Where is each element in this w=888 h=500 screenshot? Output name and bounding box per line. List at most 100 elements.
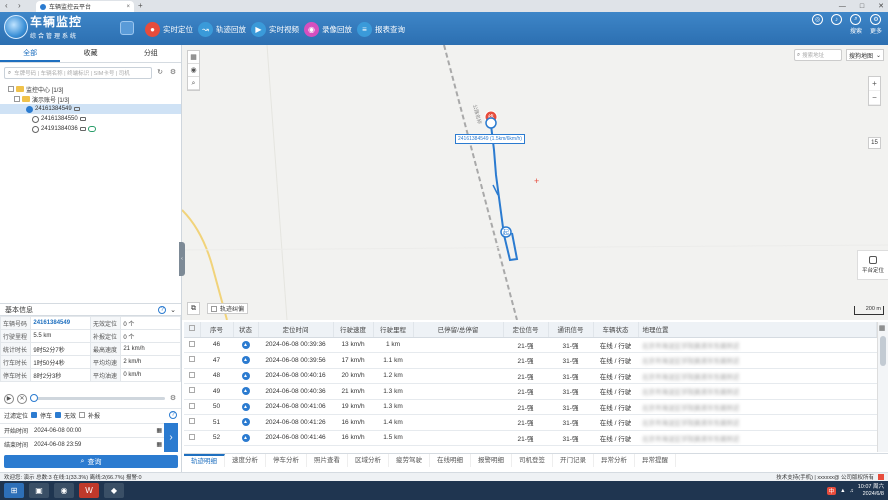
- eye-icon[interactable]: ◉: [188, 64, 199, 77]
- tab-area-analysis[interactable]: 区域分析: [348, 454, 389, 467]
- vehicle-search-input[interactable]: ⌕ 车牌号码 | 车辆名称 | 终端标识 | SIM卡号 | 司机: [4, 67, 152, 79]
- collapse-panel-handle[interactable]: ‹: [179, 242, 185, 276]
- network-icon[interactable]: ▲: [840, 488, 845, 494]
- layers-icon[interactable]: ⧉: [187, 302, 200, 315]
- minimize-button[interactable]: —: [839, 3, 846, 10]
- row-checkbox[interactable]: [189, 433, 195, 440]
- back-icon[interactable]: ‹: [5, 1, 8, 10]
- table-row[interactable]: 49 ▲ 2024-06-08 00:40:36 21 km/h 1.3 km 21-强 3…: [184, 383, 877, 400]
- settings-icon[interactable]: ⚙: [168, 68, 178, 78]
- table-scrollbar[interactable]: [877, 322, 888, 452]
- chevron-down-icon[interactable]: ⌄: [170, 306, 176, 314]
- tab-speed-analysis[interactable]: 速度分析: [225, 454, 266, 467]
- start-time-input[interactable]: 2024-06-08 00:00: [34, 428, 150, 434]
- ime-icon[interactable]: 中: [826, 486, 837, 495]
- tree-node-center[interactable]: 监控中心 [1/3]: [0, 84, 181, 94]
- globe-button[interactable]: ◎: [811, 14, 823, 25]
- app-grid-icon[interactable]: [120, 21, 134, 35]
- table-row[interactable]: 48 ▲ 2024-06-08 00:40:16 20 km/h 1.2 km 21-强 3…: [184, 368, 877, 384]
- playback-slider[interactable]: [30, 394, 165, 402]
- tab-anomaly-analysis[interactable]: 异常分析: [594, 454, 635, 467]
- column-settings-icon[interactable]: ▦: [877, 324, 887, 334]
- start-menu-icon[interactable]: ⊞: [4, 483, 24, 498]
- tab-photo-view[interactable]: 照片查看: [307, 454, 348, 467]
- close-tab-icon[interactable]: ×: [126, 4, 130, 10]
- table-row[interactable]: 52 ▲ 2024-06-08 00:41:46 16 km/h 1.5 km 21-强 3…: [184, 430, 877, 446]
- map-type-select[interactable]: 搜狗地图 ⌄: [846, 49, 884, 61]
- window-close-button[interactable]: ✕: [878, 2, 884, 10]
- tab-driver-signin[interactable]: 司机登签: [512, 454, 553, 467]
- filter-invalid-checkbox[interactable]: [55, 412, 62, 418]
- nav-track-playback[interactable]: ↝ 轨迹回放: [198, 21, 246, 37]
- tab-online-detail[interactable]: 在线明细: [430, 454, 471, 467]
- row-checkbox[interactable]: [189, 402, 195, 409]
- tree-node-demo[interactable]: 演示账号 [1/3]: [0, 94, 181, 104]
- zoom-in-button[interactable]: +: [869, 77, 880, 91]
- map-view[interactable]: 终 起 + 公路名称 ▦ ◉ ⌕ ⌕ 搜索地址 搜狗地图 ⌄ + − 15 24…: [182, 45, 888, 320]
- tab-groups[interactable]: 分组: [121, 45, 181, 62]
- calendar-icon[interactable]: ▦: [156, 427, 162, 434]
- track-correction-toggle[interactable]: 轨迹纠偏: [207, 303, 249, 314]
- filter-parking-checkbox[interactable]: [31, 412, 38, 418]
- tree-checkbox[interactable]: [14, 96, 20, 102]
- tab-anomaly-alert[interactable]: 异常提醒: [635, 454, 676, 467]
- new-tab-button[interactable]: +: [138, 1, 143, 10]
- scrollbar-thumb[interactable]: [880, 336, 886, 366]
- tree-node-vehicle-2[interactable]: 24161384550: [0, 114, 181, 124]
- tab-door-record[interactable]: 开门记录: [553, 454, 594, 467]
- grid-icon[interactable]: ▦: [188, 51, 199, 64]
- platform-location-tab[interactable]: 平台定位: [857, 250, 888, 280]
- wps-icon[interactable]: W: [79, 483, 99, 498]
- chrome-icon[interactable]: ◉: [54, 483, 74, 498]
- filter-resend-checkbox[interactable]: [79, 412, 86, 418]
- row-checkbox[interactable]: [189, 356, 195, 363]
- table-row[interactable]: 47 ▲ 2024-06-08 00:39:56 17 km/h 1.1 km 21-强 3…: [184, 352, 877, 369]
- forward-icon[interactable]: ›: [18, 1, 21, 10]
- end-time-input[interactable]: 2024-06-08 23:59: [34, 442, 150, 448]
- nav-realtime-location[interactable]: ● 实时定位: [145, 21, 193, 37]
- zoom-out-button[interactable]: −: [869, 91, 880, 105]
- settings-icon[interactable]: ⚙: [168, 394, 178, 404]
- tab-all[interactable]: 全部: [0, 45, 61, 62]
- tree-node-vehicle-3[interactable]: 24191384036: [0, 124, 181, 134]
- bell-button[interactable]: ♪: [830, 14, 842, 25]
- table-row[interactable]: 51 ▲ 2024-06-08 00:41:26 16 km/h 1.4 km 21-强 3…: [184, 414, 877, 431]
- tab-track-detail[interactable]: 轨迹明细: [184, 454, 225, 467]
- vehicle-marker-icon[interactable]: [485, 117, 497, 129]
- zoom-icon[interactable]: ⌕: [188, 77, 199, 90]
- track-correction-checkbox[interactable]: [211, 305, 217, 312]
- refresh-icon[interactable]: ↻: [155, 68, 165, 78]
- clock[interactable]: 10:07 周六 2024/6/8: [858, 484, 884, 498]
- help-icon[interactable]: ?: [169, 411, 177, 419]
- row-checkbox[interactable]: [189, 418, 195, 425]
- help-icon[interactable]: ?: [158, 305, 167, 314]
- tab-parking-analysis[interactable]: 停车分析: [266, 454, 307, 467]
- maximize-button[interactable]: □: [860, 3, 864, 10]
- row-checkbox[interactable]: [189, 371, 195, 378]
- app-icon[interactable]: ◆: [104, 483, 124, 498]
- more-button[interactable]: ⚙ 更多: [870, 14, 882, 35]
- slider-handle[interactable]: [30, 394, 38, 402]
- tree-node-vehicle-1[interactable]: 24161384549: [0, 104, 181, 114]
- tab-favorites[interactable]: 收藏: [60, 45, 120, 62]
- calendar-icon[interactable]: ▦: [156, 441, 162, 448]
- table-row[interactable]: 50 ▲ 2024-06-08 00:41:06 19 km/h 1.3 km 21-强 3…: [184, 399, 877, 415]
- nav-report-query[interactable]: ≡ 报表查询: [357, 21, 405, 37]
- tab-fatigue-driving[interactable]: 疲劳驾驶: [389, 454, 430, 467]
- query-button[interactable]: ⌕ 查询: [4, 455, 178, 468]
- stop-icon[interactable]: ✕: [17, 393, 27, 404]
- address-search-input[interactable]: ⌕ 搜索地址: [794, 49, 842, 61]
- browser-tab[interactable]: 车辆监控云平台 ×: [36, 1, 134, 12]
- nav-record-playback[interactable]: ◉ 录像回放: [304, 21, 352, 37]
- row-checkbox[interactable]: [189, 340, 195, 347]
- next-day-button[interactable]: ›: [164, 423, 178, 452]
- table-row[interactable]: 46 ▲ 2024-06-08 00:39:36 13 km/h 1 km 21-强 31-…: [184, 337, 877, 353]
- file-explorer-icon[interactable]: ▣: [29, 483, 49, 498]
- play-icon[interactable]: ▶: [4, 393, 14, 404]
- tab-alarm-detail[interactable]: 报警明细: [471, 454, 512, 467]
- nav-realtime-video[interactable]: ▶ 实时视频: [251, 21, 299, 37]
- row-checkbox[interactable]: [189, 387, 195, 394]
- select-all-checkbox[interactable]: [188, 325, 195, 332]
- tree-checkbox[interactable]: [8, 86, 14, 92]
- volume-icon[interactable]: ♫: [850, 488, 854, 494]
